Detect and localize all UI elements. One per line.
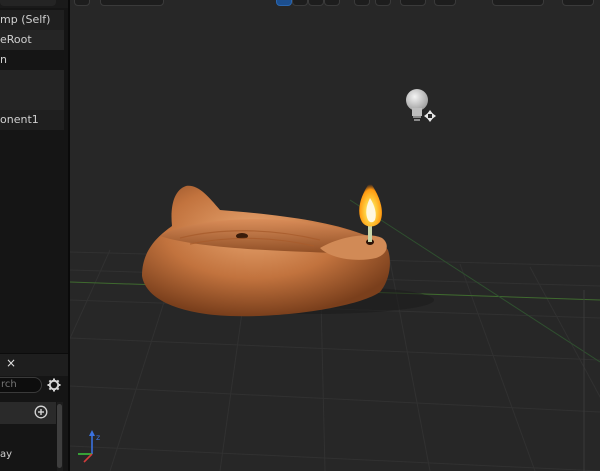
- components-panel: mp (Self) eRoot n onent1 × ay: [0, 0, 68, 471]
- details-tab-header: ×: [0, 353, 68, 376]
- details-scroll-thumb[interactable]: [57, 404, 62, 468]
- oil-lamp-model: [142, 182, 434, 317]
- component-item-3[interactable]: [0, 70, 64, 90]
- point-light-icon: [406, 89, 436, 122]
- add-circle-icon[interactable]: [34, 405, 48, 419]
- component-item-self[interactable]: mp (Self): [0, 10, 64, 30]
- level-viewport[interactable]: z: [70, 0, 600, 471]
- gear-icon[interactable]: [47, 378, 61, 392]
- panel-tab-strip: [0, 0, 68, 8]
- details-row-label: ay: [0, 449, 13, 460]
- panel-tab[interactable]: [0, 0, 56, 6]
- component-item-component1[interactable]: onent1: [0, 110, 64, 130]
- component-item-2[interactable]: n: [0, 50, 64, 70]
- component-item-root[interactable]: eRoot: [0, 30, 64, 50]
- axis-gizmo-icon: z: [78, 430, 100, 463]
- details-search-row: [0, 376, 68, 396]
- component-item-4[interactable]: [0, 90, 64, 110]
- component-tree: mp (Self) eRoot n onent1: [0, 10, 64, 130]
- details-search-input[interactable]: [0, 377, 42, 393]
- close-tab-icon[interactable]: ×: [6, 356, 16, 370]
- svg-text:z: z: [96, 433, 100, 442]
- viewport-grid: z: [70, 89, 600, 471]
